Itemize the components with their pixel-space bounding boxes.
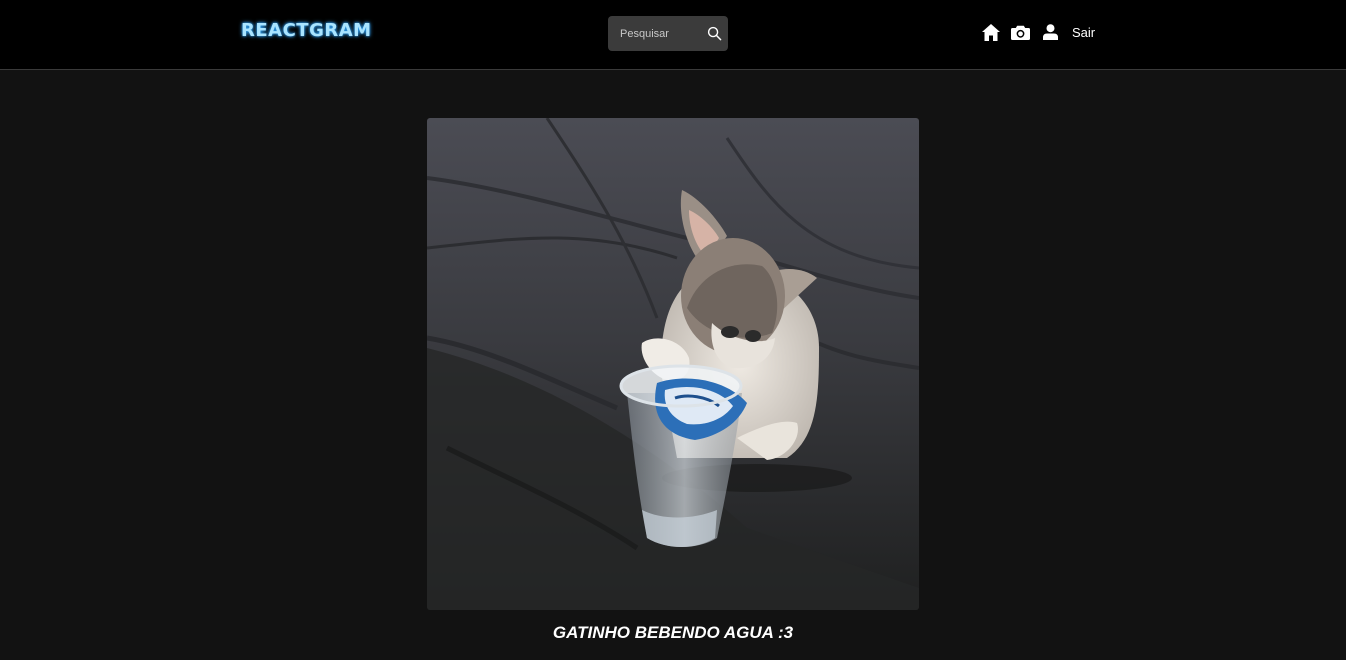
photo-title: GATINHO BEBENDO AGUA :3 [552,623,794,642]
user-icon[interactable] [1043,24,1058,40]
logout-button[interactable]: Sair [1072,25,1095,40]
search-form [608,16,728,51]
search-icon[interactable] [707,26,722,41]
navbar: REACTGRAM Sair [0,0,1346,70]
camera-icon[interactable] [1011,25,1030,40]
search-input[interactable] [608,16,702,51]
home-icon[interactable] [982,24,1000,41]
logo-link[interactable]: REACTGRAM [241,20,372,41]
photo-image [427,118,919,610]
